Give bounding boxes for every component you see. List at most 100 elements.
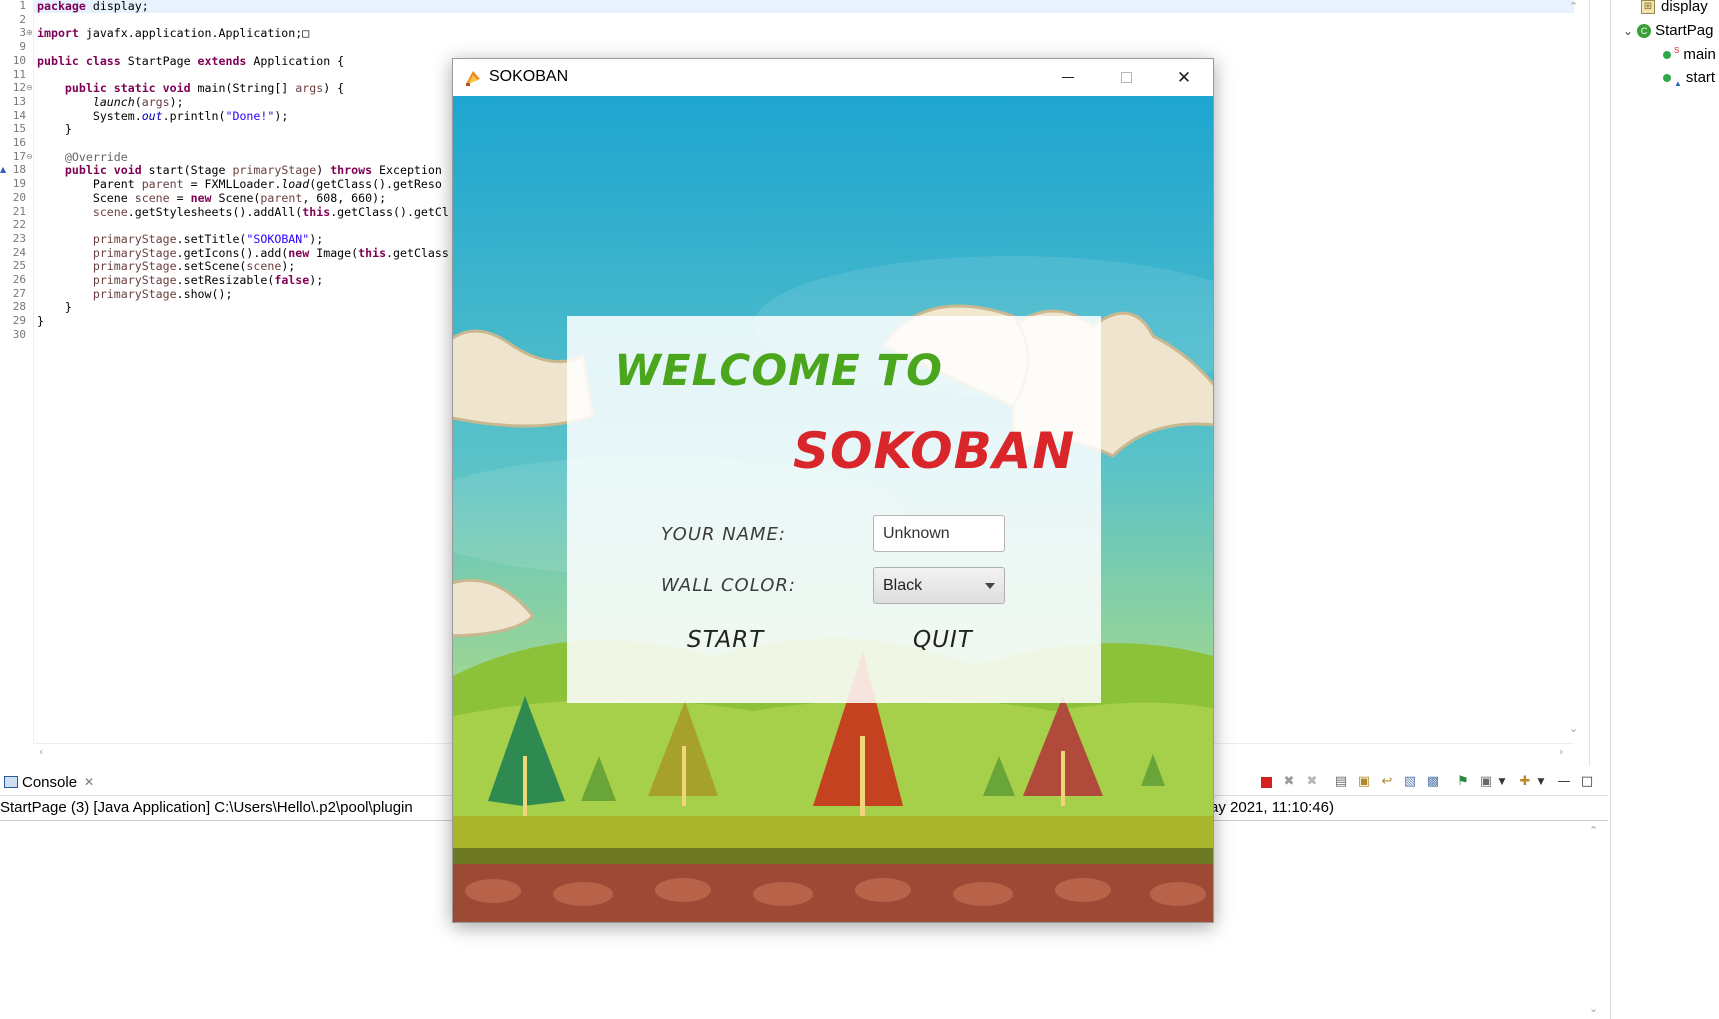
editor-vertical-scrollbar[interactable]: ⌃ ⌄ — [1566, 0, 1583, 738]
remove-launch-icon[interactable]: ✖ — [1281, 774, 1297, 790]
line-number: 29 — [12, 314, 26, 328]
remove-all-launches-icon[interactable]: ✖ — [1304, 774, 1320, 790]
word-wrap-icon[interactable]: ↩ — [1379, 774, 1395, 790]
minimize-button[interactable] — [1039, 59, 1097, 96]
line-number: 13 — [12, 94, 26, 108]
code-line[interactable]: primaryStage.setTitle("SOKOBAN"); — [37, 232, 323, 246]
line-number: 24 — [12, 245, 26, 259]
window-title: SOKOBAN — [489, 68, 569, 85]
code-line[interactable]: } — [37, 314, 44, 328]
close-icon: ✕ — [1176, 67, 1192, 88]
line-number: 12 — [12, 81, 26, 95]
outline-item-label: start — [1685, 69, 1716, 86]
code-line[interactable]: System.out.println("Done!"); — [37, 109, 289, 123]
open-console-icon[interactable]: ✚ — [1517, 774, 1533, 790]
outline-package[interactable]: ⊞ display — [1641, 0, 1708, 15]
name-input[interactable] — [873, 515, 1005, 552]
override-marker-icon: ▲ — [0, 165, 7, 175]
line-number: 9 — [19, 40, 26, 54]
display-console-icon[interactable]: ▣ — [1478, 774, 1494, 790]
line-number: 2 — [19, 12, 26, 26]
scroll-up-icon[interactable]: ⌃ — [1569, 0, 1578, 13]
code-line[interactable]: } — [37, 300, 72, 314]
outline-item[interactable]: ▲ start — [1663, 69, 1715, 88]
console-process-description: StartPage (3) [Java Application] C:\User… — [0, 799, 413, 816]
code-line[interactable]: @Override — [37, 150, 128, 164]
sokoban-app-icon — [466, 71, 480, 86]
wall-color-value: Black — [883, 576, 923, 594]
code-line[interactable]: public static void main(String[] args) { — [37, 81, 344, 95]
class-icon: C — [1637, 24, 1652, 39]
maximize-view-icon[interactable]: □ — [1579, 774, 1595, 790]
line-number: 25 — [12, 259, 26, 273]
start-button[interactable]: START — [687, 627, 764, 653]
window-titlebar[interactable]: SOKOBAN ✕ — [453, 59, 1213, 96]
line-number: 10 — [12, 53, 26, 67]
line-number: 26 — [12, 273, 26, 286]
close-button[interactable]: ✕ — [1155, 59, 1213, 96]
close-icon[interactable]: ✕ — [84, 775, 94, 789]
line-number: 3 — [19, 26, 26, 40]
chevron-down-icon[interactable]: ⌄ — [1623, 24, 1633, 38]
public-static-method-icon — [1663, 51, 1671, 60]
code-line[interactable]: import javafx.application.Application;□ — [37, 26, 309, 40]
pin-console-icon[interactable]: ⚑ — [1455, 774, 1471, 790]
sokoban-window[interactable]: SOKOBAN ✕ WELCOME TO SOKOBAN YOUR NAME: … — [452, 58, 1214, 923]
console-vertical-scrollbar[interactable]: ⌃ ⌄ — [1586, 822, 1603, 1019]
console-icon — [4, 776, 18, 788]
minimize-view-icon[interactable]: — — [1556, 774, 1572, 790]
code-line[interactable]: Scene scene = new Scene(parent, 608, 660… — [37, 191, 386, 205]
show-on-error-icon[interactable]: ▩ — [1425, 774, 1441, 790]
tab-console[interactable]: Console ✕ — [4, 770, 94, 794]
line-number-gutter: 1 2 3 ⊕ 9 10 11 12 ⊖ 13 14 15 16 17 ⊖ 18 ▲ 19 20 21 22 23 24 25… — [0, 0, 34, 745]
maximize-button[interactable] — [1097, 59, 1155, 96]
code-line[interactable]: scene.getStylesheets().addAll(this.getCl… — [37, 205, 449, 219]
code-line[interactable]: primaryStage.show(); — [37, 287, 233, 301]
code-line[interactable]: launch(args); — [37, 95, 184, 109]
line-number: 19 — [12, 177, 26, 191]
console-tab-label: Console — [22, 773, 78, 791]
collapse-fold-icon[interactable]: ⊖ — [26, 81, 33, 95]
package-label: display — [1661, 0, 1708, 15]
line-number: 15 — [12, 122, 26, 136]
line-number: 30 — [12, 327, 26, 341]
line-number: 23 — [12, 231, 26, 245]
outline-item[interactable]: Smain — [1663, 46, 1716, 63]
welcome-heading: WELCOME TO — [614, 346, 943, 396]
line-number: 28 — [12, 300, 26, 314]
scroll-lock-icon[interactable]: ▣ — [1356, 774, 1372, 790]
chevron-down-icon[interactable]: ▼ — [1494, 774, 1510, 790]
expand-fold-icon[interactable]: ⊕ — [26, 26, 33, 40]
class-label: StartPag — [1655, 22, 1714, 39]
code-line[interactable]: primaryStage.setScene(scene); — [37, 259, 295, 273]
code-line[interactable]: package display; — [37, 0, 149, 13]
outline-item-label: main — [1683, 46, 1716, 63]
clear-console-icon[interactable]: ▤ — [1333, 774, 1349, 790]
terminate-icon[interactable] — [1258, 774, 1274, 790]
quit-button[interactable]: QUIT — [913, 627, 973, 653]
collapse-fold-icon[interactable]: ⊖ — [26, 150, 33, 164]
code-line[interactable]: public class StartPage extends Applicati… — [37, 54, 344, 68]
name-label: YOUR NAME: — [661, 524, 786, 545]
code-line[interactable]: public void start(Stage primaryStage) th… — [37, 163, 442, 177]
outline-class[interactable]: ⌄ C StartPag — [1623, 22, 1713, 39]
line-number: 27 — [12, 286, 26, 300]
code-line[interactable]: primaryStage.getIcons().add(new Image(th… — [37, 246, 449, 260]
wall-color-select[interactable]: Black — [873, 567, 1005, 604]
scroll-left-icon[interactable]: ‹ — [39, 745, 43, 758]
scroll-up-icon[interactable]: ⌃ — [1589, 824, 1598, 837]
welcome-panel: WELCOME TO SOKOBAN YOUR NAME: WALL COLOR… — [567, 316, 1101, 703]
scroll-down-icon[interactable]: ⌄ — [1589, 1002, 1598, 1015]
show-on-output-icon[interactable]: ▧ — [1402, 774, 1418, 790]
chevron-down-icon[interactable]: ▼ — [1533, 774, 1549, 790]
scroll-right-icon[interactable]: › — [1559, 745, 1563, 758]
line-number: 1 — [19, 0, 26, 12]
public-override-method-icon — [1663, 74, 1671, 83]
line-number: 11 — [12, 67, 26, 81]
scroll-down-icon[interactable]: ⌄ — [1569, 722, 1578, 735]
code-line[interactable]: Parent parent = FXMLLoader.load(getClass… — [37, 177, 442, 191]
line-number: 21 — [12, 204, 26, 218]
chevron-down-icon — [985, 583, 995, 589]
code-line[interactable]: primaryStage.setResizable(false); — [37, 273, 323, 287]
code-line[interactable]: } — [37, 122, 72, 136]
